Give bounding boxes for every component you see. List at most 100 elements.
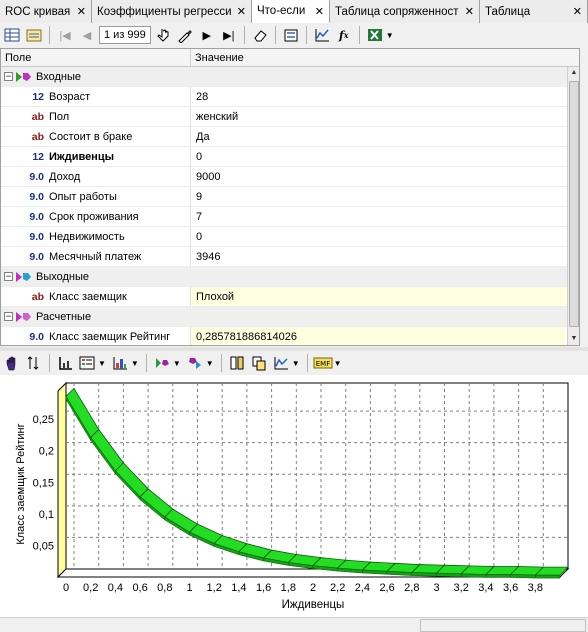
tab-close-icon[interactable]: ✕ bbox=[237, 5, 246, 18]
copy-chart-icon[interactable] bbox=[249, 353, 269, 373]
x-tick-label: 0,6 bbox=[132, 582, 147, 594]
formula-icon[interactable]: fx bbox=[334, 25, 354, 45]
excel-export-icon[interactable] bbox=[365, 25, 385, 45]
scroll-up-icon[interactable]: ▲ bbox=[568, 67, 579, 79]
hand-icon[interactable] bbox=[2, 353, 22, 373]
field-name: Недвижимость bbox=[49, 230, 125, 243]
emf-export-dropdown-icon[interactable]: ▼ bbox=[334, 359, 342, 368]
field-row[interactable]: ab Состоит в браке Да bbox=[1, 127, 579, 147]
group-row[interactable]: − Выходные bbox=[1, 267, 579, 287]
field-value-cell[interactable]: 7 bbox=[191, 207, 579, 226]
toolbar-separator bbox=[49, 26, 50, 44]
field-row[interactable]: 9.0 Недвижимость 0 bbox=[1, 227, 579, 247]
field-value-cell[interactable]: женский bbox=[191, 107, 579, 126]
field-row[interactable]: 9.0 Доход 9000 bbox=[1, 167, 579, 187]
input-fields-icon[interactable] bbox=[152, 353, 172, 373]
table-view-icon[interactable] bbox=[2, 25, 22, 45]
tab-4[interactable]: Таблица ✕ bbox=[480, 0, 588, 23]
column-header-value[interactable]: Значение bbox=[191, 49, 579, 66]
x-tick-label: 0,8 bbox=[157, 582, 172, 594]
field-value-cell[interactable]: 0 bbox=[191, 147, 579, 166]
field-row[interactable]: ab Класс заемщик Плохой bbox=[1, 287, 579, 307]
field-value-cell[interactable]: 28 bbox=[191, 87, 579, 106]
scroll-thumb[interactable] bbox=[569, 81, 579, 327]
status-pane bbox=[420, 619, 586, 632]
tab-0[interactable]: ROC кривая ✕ bbox=[0, 0, 92, 23]
tab-close-icon[interactable]: ✕ bbox=[465, 5, 474, 18]
page-indicator[interactable]: 1 из 999 bbox=[99, 26, 151, 44]
line-chart-dropdown-icon[interactable]: ▼ bbox=[292, 359, 300, 368]
input-fields-dropdown-icon[interactable]: ▼ bbox=[173, 359, 181, 368]
x-axis-label: Иждивенцы bbox=[282, 599, 345, 611]
group-cell: − Выходные bbox=[1, 267, 191, 286]
group-value-cell bbox=[191, 307, 579, 326]
toolbar-separator bbox=[220, 354, 222, 372]
x-tick-label: 1,8 bbox=[281, 582, 296, 594]
input-fields-icon bbox=[16, 71, 31, 82]
emf-export-icon[interactable]: EMF bbox=[313, 353, 333, 373]
group-row[interactable]: − Расчетные bbox=[1, 307, 579, 327]
field-value-cell[interactable]: 3946 bbox=[191, 247, 579, 266]
field-row[interactable]: 9.0 Опыт работы 9 bbox=[1, 187, 579, 207]
field-name-cell: ab Пол bbox=[1, 107, 191, 126]
card-view-icon[interactable] bbox=[24, 25, 44, 45]
float-type-icon: 9.0 bbox=[29, 170, 44, 183]
legend-icon[interactable] bbox=[77, 353, 97, 373]
collapse-icon[interactable]: − bbox=[4, 272, 13, 281]
tab-close-icon[interactable]: ✕ bbox=[315, 5, 324, 18]
axes-icon[interactable] bbox=[55, 353, 75, 373]
line-chart-icon[interactable] bbox=[271, 353, 291, 373]
grid-header: Поле Значение bbox=[1, 49, 579, 67]
excel-export-dropdown-icon[interactable]: ▼ bbox=[386, 31, 394, 40]
vertical-scrollbar[interactable]: ▲ ▼ bbox=[567, 67, 579, 345]
field-row[interactable]: ab Пол женский bbox=[1, 107, 579, 127]
field-row[interactable]: 9.0 Срок проживания 7 bbox=[1, 207, 579, 227]
field-name: Доход bbox=[49, 170, 81, 183]
zoom-axis-icon[interactable] bbox=[24, 353, 44, 373]
field-row[interactable]: 12 Иждивенцы 0 bbox=[1, 147, 579, 167]
output-fields-icon[interactable] bbox=[185, 353, 205, 373]
toolbar-separator bbox=[145, 354, 147, 372]
float-type-icon: 9.0 bbox=[29, 330, 44, 343]
tab-close-icon[interactable]: ✕ bbox=[77, 5, 86, 18]
field-value-cell[interactable]: 9000 bbox=[191, 167, 579, 186]
chart-icon[interactable] bbox=[312, 25, 332, 45]
field-name-cell: ab Класс заемщик bbox=[1, 287, 191, 306]
first-record-icon[interactable]: |◀ bbox=[55, 25, 75, 45]
tab-close-icon[interactable]: ✕ bbox=[573, 5, 582, 18]
field-value-cell[interactable]: 0 bbox=[191, 227, 579, 246]
field-row[interactable]: 9.0 Класс заемщик Рейтинг 0,28578188681402… bbox=[1, 327, 579, 345]
group-row[interactable]: − Входные bbox=[1, 67, 579, 87]
collapse-icon[interactable]: − bbox=[4, 72, 13, 81]
field-row[interactable]: 9.0 Месячный платеж 3946 bbox=[1, 247, 579, 267]
properties-icon[interactable] bbox=[281, 25, 301, 45]
calculated-fields-icon bbox=[16, 311, 31, 322]
chart-type-dropdown-icon[interactable]: ▼ bbox=[131, 359, 139, 368]
eraser-icon[interactable] bbox=[250, 25, 270, 45]
last-record-icon[interactable]: ▶| bbox=[219, 25, 239, 45]
group-label: Расчетные bbox=[36, 310, 92, 323]
field-row[interactable]: 12 Возраст 28 bbox=[1, 87, 579, 107]
output-fields-dropdown-icon[interactable]: ▼ bbox=[206, 359, 214, 368]
edit-record-icon[interactable] bbox=[175, 25, 195, 45]
collapse-icon[interactable]: − bbox=[4, 312, 13, 321]
float-type-icon: 9.0 bbox=[29, 230, 44, 243]
field-name: Опыт работы bbox=[49, 190, 117, 203]
tab-2[interactable]: Что-если ✕ bbox=[252, 0, 330, 23]
legend-dropdown-icon[interactable]: ▼ bbox=[98, 359, 106, 368]
scroll-down-icon[interactable]: ▼ bbox=[568, 333, 579, 345]
next-record-icon[interactable]: ▶ bbox=[197, 25, 217, 45]
splitter[interactable] bbox=[0, 347, 588, 351]
x-tick-label: 3,8 bbox=[528, 582, 543, 594]
split-view-icon[interactable] bbox=[227, 353, 247, 373]
field-value-cell[interactable]: 9 bbox=[191, 187, 579, 206]
tab-1[interactable]: Коэффициенты регрессии ✕ bbox=[92, 0, 252, 23]
prev-record-icon[interactable]: ◀ bbox=[77, 25, 97, 45]
column-header-field[interactable]: Поле bbox=[1, 49, 191, 66]
goto-record-icon[interactable] bbox=[153, 25, 173, 45]
field-value-cell[interactable]: Да bbox=[191, 127, 579, 146]
chart-type-icon[interactable] bbox=[110, 353, 130, 373]
tab-3[interactable]: Таблица сопряженности ✕ bbox=[330, 0, 480, 23]
group-label: Выходные bbox=[36, 270, 90, 283]
field-name-cell: 12 Иждивенцы bbox=[1, 147, 191, 166]
